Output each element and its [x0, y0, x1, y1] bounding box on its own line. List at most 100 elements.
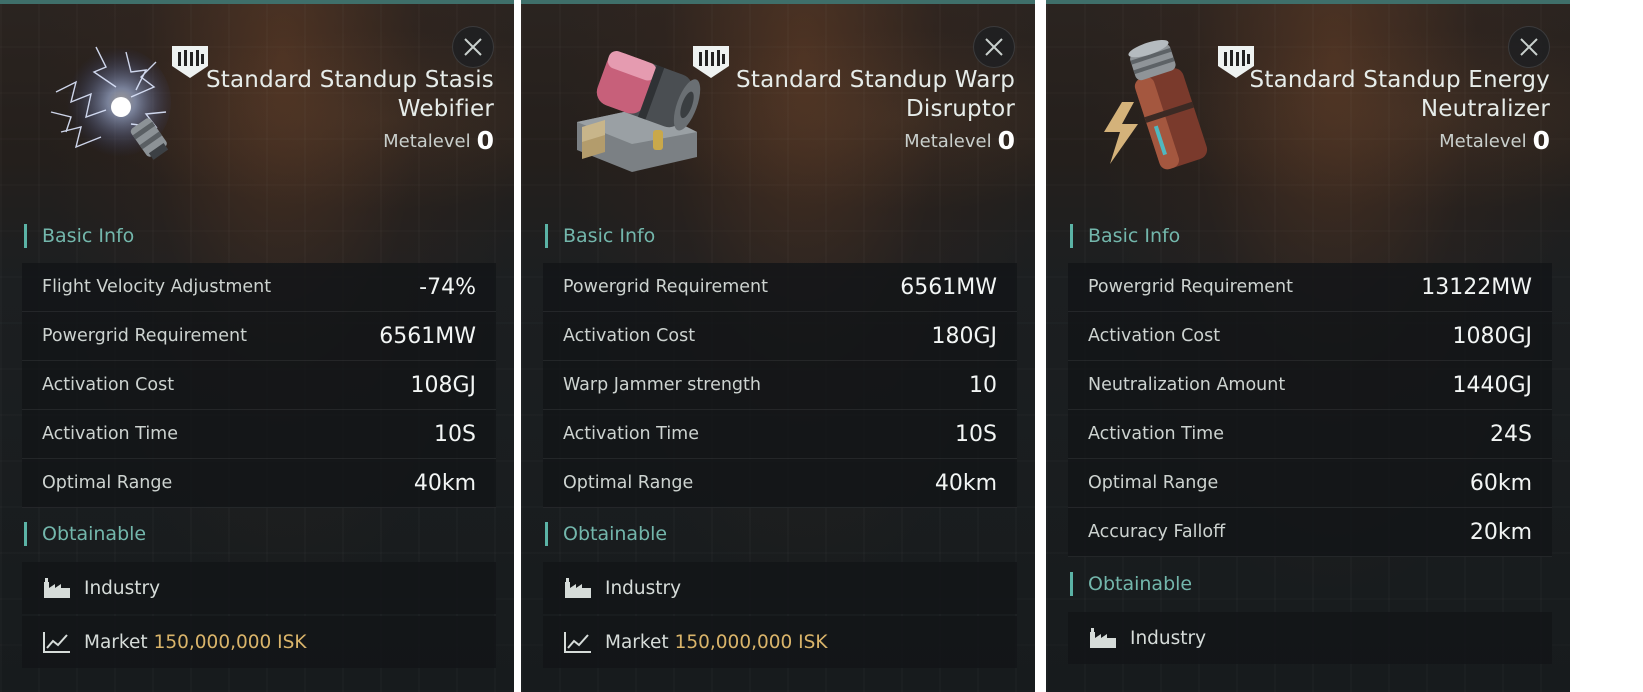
- stat-row: Neutralization Amount 1440GJ: [1068, 361, 1552, 410]
- metalevel-label: Metalevel: [904, 131, 992, 152]
- market-price: 150,000,000 ISK: [674, 631, 828, 653]
- stat-row: Powergrid Requirement 6561MW: [22, 312, 496, 361]
- factory-icon: [42, 575, 72, 601]
- stat-value: 6561MW: [900, 274, 997, 300]
- stats-table: Powergrid Requirement 6561MW Activation C…: [543, 263, 1017, 508]
- metalevel-value: 0: [476, 126, 494, 155]
- source-label: Industry: [1130, 627, 1207, 649]
- item-info-panel-webifier: Standard Standup Stasis Webifier Metalev…: [0, 0, 514, 692]
- source-market[interactable]: Market 150,000,000 ISK: [22, 616, 496, 668]
- stat-row: Optimal Range 60km: [1068, 459, 1552, 508]
- stat-label: Optimal Range: [42, 473, 173, 493]
- section-header-basic-info: Basic Info: [1070, 224, 1180, 248]
- metalevel-label: Metalevel: [1439, 131, 1527, 152]
- stat-label: Powergrid Requirement: [42, 326, 247, 346]
- section-header-obtainable: Obtainable: [1070, 572, 1192, 596]
- factory-icon: [1088, 625, 1118, 651]
- stat-row: Flight Velocity Adjustment -74%: [22, 263, 496, 312]
- source-market[interactable]: Market 150,000,000 ISK: [543, 616, 1017, 668]
- item-title-line: Standard Standup Energy: [1249, 67, 1550, 93]
- market-chart-icon: [42, 629, 72, 655]
- stat-value: 60km: [1469, 470, 1532, 496]
- metalevel: Metalevel 0: [174, 126, 494, 155]
- section-accent-bar: [24, 522, 27, 546]
- item-title-block: Standard Standup Energy Neutralizer Meta…: [1230, 66, 1550, 155]
- stat-value: 10S: [955, 421, 997, 447]
- market-chart-icon: [563, 629, 593, 655]
- section-accent-bar: [1070, 224, 1073, 248]
- warp-disruptor-icon: [557, 32, 707, 182]
- item-title: Standard Standup Warp Disruptor: [695, 66, 1015, 124]
- source-industry[interactable]: Industry: [22, 562, 496, 614]
- stat-label: Activation Cost: [42, 375, 175, 395]
- item-comparison-screen: Standard Standup Stasis Webifier Metalev…: [0, 0, 1643, 692]
- section-accent-bar: [545, 224, 548, 248]
- stats-table: Flight Velocity Adjustment -74% Powergrid…: [22, 263, 496, 508]
- stat-label: Activation Cost: [563, 326, 696, 346]
- section-title: Basic Info: [1088, 225, 1181, 247]
- stats-table: Powergrid Requirement 13122MW Activation …: [1068, 263, 1552, 557]
- stat-value: 6561MW: [379, 323, 476, 349]
- item-title-block: Standard Standup Stasis Webifier Metalev…: [174, 66, 494, 155]
- stat-label: Activation Time: [563, 424, 700, 444]
- source-label: Market: [605, 631, 669, 653]
- metalevel-value: 0: [1532, 126, 1550, 155]
- stat-value: -74%: [419, 274, 476, 300]
- close-button[interactable]: [1508, 26, 1550, 68]
- source-industry[interactable]: Industry: [543, 562, 1017, 614]
- source-label: Market: [84, 631, 148, 653]
- stat-label: Powergrid Requirement: [1088, 277, 1293, 297]
- close-icon: [464, 38, 482, 56]
- stat-label: Powergrid Requirement: [563, 277, 768, 297]
- item-title: Standard Standup Stasis Webifier: [174, 66, 494, 124]
- stat-value: 1080GJ: [1452, 323, 1532, 349]
- stat-row: Activation Time 10S: [22, 410, 496, 459]
- stat-value: 24S: [1490, 421, 1532, 447]
- stat-label: Optimal Range: [563, 473, 694, 493]
- close-button[interactable]: [452, 26, 494, 68]
- stat-label: Accuracy Falloff: [1088, 522, 1226, 542]
- source-industry[interactable]: Industry: [1068, 612, 1552, 664]
- stat-value: 40km: [413, 470, 476, 496]
- stat-value: 108GJ: [410, 372, 476, 398]
- section-accent-bar: [1070, 572, 1073, 596]
- section-title: Obtainable: [42, 523, 147, 545]
- stat-row: Warp Jammer strength 10: [543, 361, 1017, 410]
- stat-value: 180GJ: [931, 323, 997, 349]
- stat-row: Optimal Range 40km: [22, 459, 496, 508]
- section-header-obtainable: Obtainable: [545, 522, 667, 546]
- close-icon: [985, 38, 1003, 56]
- stat-label: Optimal Range: [1088, 473, 1219, 493]
- section-header-basic-info: Basic Info: [545, 224, 655, 248]
- section-title: Obtainable: [1088, 573, 1193, 595]
- section-accent-bar: [24, 224, 27, 248]
- factory-icon: [563, 575, 593, 601]
- item-info-panel-warp-disruptor: Standard Standup Warp Disruptor Metaleve…: [521, 0, 1035, 692]
- stat-row: Activation Cost 1080GJ: [1068, 312, 1552, 361]
- item-title-line: Disruptor: [905, 96, 1015, 122]
- close-button[interactable]: [973, 26, 1015, 68]
- stasis-webifier-icon: [36, 32, 186, 182]
- stat-row: Activation Cost 180GJ: [543, 312, 1017, 361]
- item-title-block: Standard Standup Warp Disruptor Metaleve…: [695, 66, 1015, 155]
- close-icon: [1520, 38, 1538, 56]
- source-label: Industry: [605, 577, 682, 599]
- stat-row: Powergrid Requirement 13122MW: [1068, 263, 1552, 312]
- item-title: Standard Standup Energy Neutralizer: [1230, 66, 1550, 124]
- stat-row: Activation Time 24S: [1068, 410, 1552, 459]
- stat-value: 40km: [934, 470, 997, 496]
- stat-value: 1440GJ: [1452, 372, 1532, 398]
- item-title-line: Standard Standup Stasis: [206, 67, 494, 93]
- stat-value: 10S: [434, 421, 476, 447]
- stat-row: Activation Cost 108GJ: [22, 361, 496, 410]
- stat-row: Powergrid Requirement 6561MW: [543, 263, 1017, 312]
- market-price: 150,000,000 ISK: [153, 631, 307, 653]
- stat-value: 20km: [1469, 519, 1532, 545]
- item-title-line: Standard Standup Warp: [736, 67, 1015, 93]
- section-accent-bar: [545, 522, 548, 546]
- stat-value: 13122MW: [1421, 274, 1532, 300]
- item-title-line: Webifier: [397, 96, 494, 122]
- stat-label: Activation Time: [42, 424, 179, 444]
- stat-label: Flight Velocity Adjustment: [42, 277, 272, 297]
- metalevel: Metalevel 0: [1230, 126, 1550, 155]
